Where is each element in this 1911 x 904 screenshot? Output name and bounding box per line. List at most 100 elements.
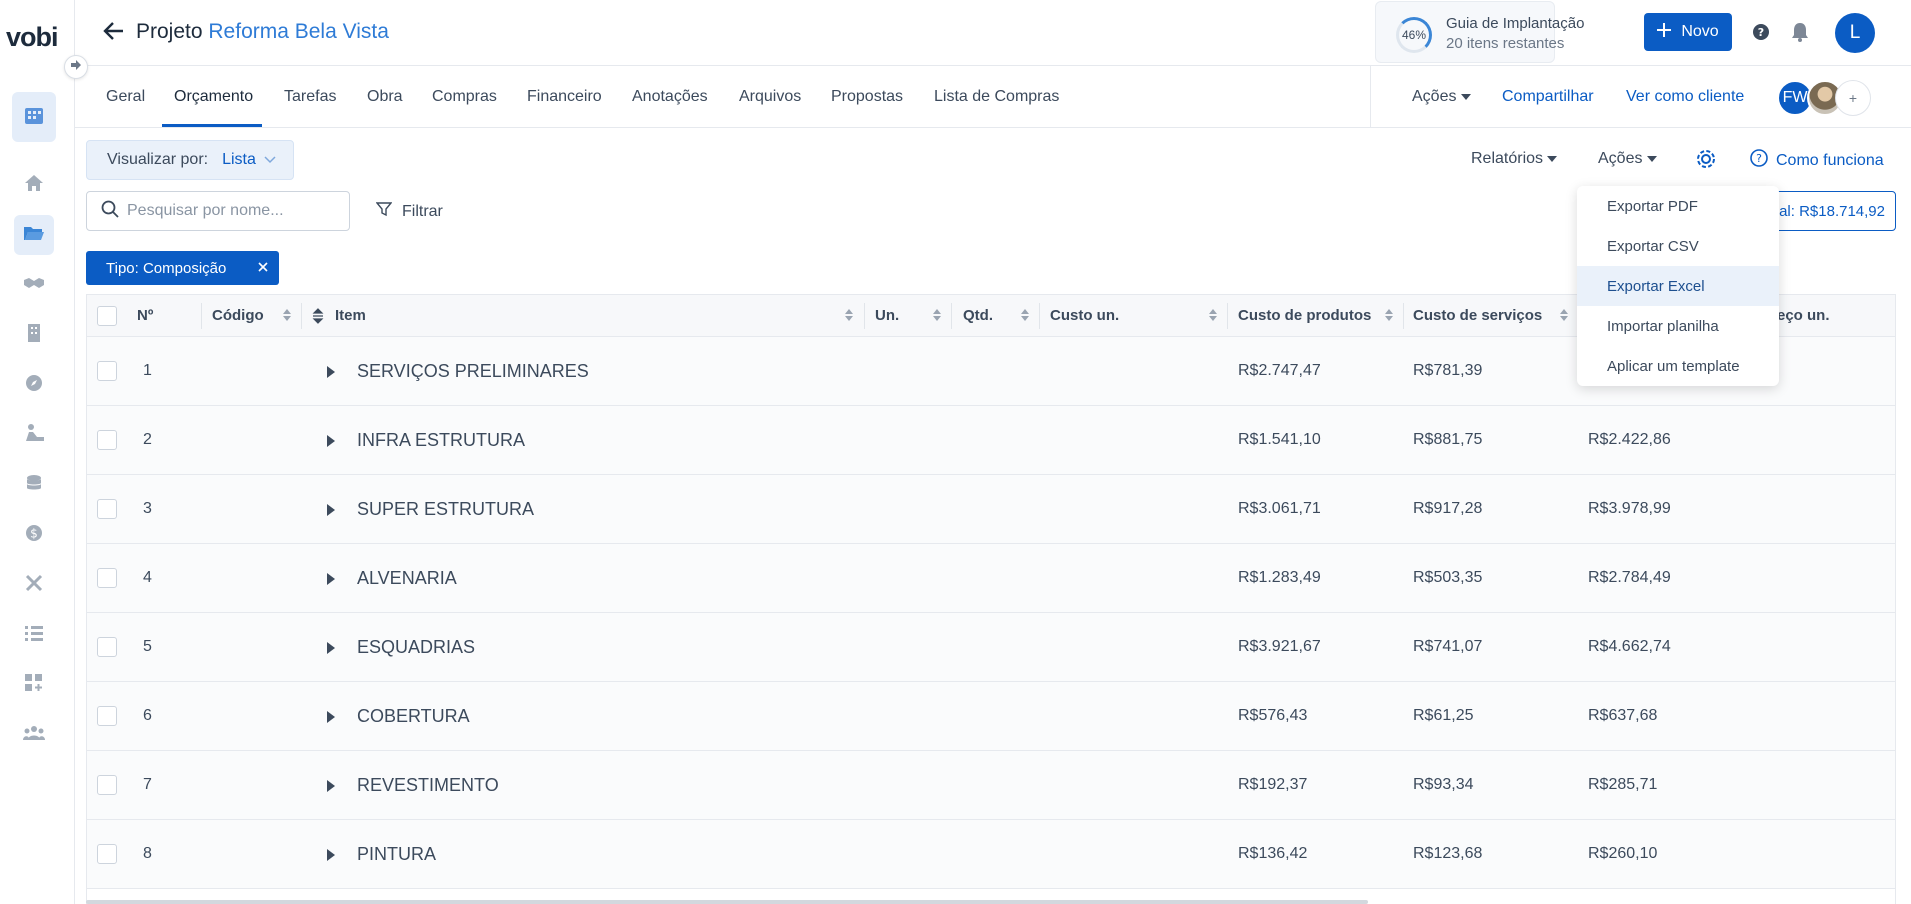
budget-actions-menu[interactable]: Ações xyxy=(1598,150,1657,168)
add-member-button[interactable]: + xyxy=(1835,80,1871,116)
tab-orcamento[interactable]: Orçamento xyxy=(174,88,253,106)
sort-icon[interactable] xyxy=(282,308,292,327)
sort-icon[interactable] xyxy=(844,308,854,327)
sidebar-item-crm[interactable] xyxy=(14,265,54,305)
view-by-select[interactable]: Visualizar por: Lista xyxy=(86,140,294,180)
expand-caret-icon[interactable] xyxy=(327,849,335,861)
horizontal-scrollbar[interactable] xyxy=(86,900,1368,904)
reports-menu[interactable]: Relatórios xyxy=(1471,150,1558,168)
implementation-guide[interactable]: 46% Guia de Implantação 20 itens restant… xyxy=(1375,1,1584,63)
filter-button[interactable]: Filtrar xyxy=(375,201,443,222)
back-arrow-icon[interactable] xyxy=(103,21,125,46)
sidebar-item-home[interactable] xyxy=(14,165,54,205)
expand-collapse-icon[interactable] xyxy=(312,308,324,329)
sort-icon[interactable] xyxy=(1559,308,1569,327)
table-row[interactable]: 5 ESQUADRIAS R$3.921,67 R$741,07 R$4.662,74 xyxy=(87,613,1895,682)
tab-anotacoes[interactable]: Anotações xyxy=(632,88,708,106)
sort-icon[interactable] xyxy=(1384,308,1394,327)
search-input[interactable] xyxy=(127,202,347,220)
expand-caret-icon[interactable] xyxy=(327,573,335,585)
total-button[interactable]: al: R$18.714,92 xyxy=(1762,191,1896,231)
sidebar-item-apps[interactable] xyxy=(14,665,54,705)
sidebar-item-tools[interactable] xyxy=(14,565,54,605)
expand-caret-icon[interactable] xyxy=(327,366,335,378)
table-row[interactable]: 3 SUPER ESTRUTURA R$3.061,71 R$917,28 R$3.97… xyxy=(87,475,1895,544)
col-header-item[interactable]: Item xyxy=(335,307,366,324)
help-icon[interactable]: ? xyxy=(1752,23,1770,46)
row-checkbox[interactable] xyxy=(97,706,117,726)
expand-caret-icon[interactable] xyxy=(327,435,335,447)
table-row[interactable]: 2 INFRA ESTRUTURA R$1.541,10 R$881,75 R$2.42… xyxy=(87,406,1895,475)
table-row[interactable]: 7 REVESTIMENTO R$192,37 R$93,34 R$285,71 xyxy=(87,751,1895,820)
menu-item-export-csv[interactable]: Exportar CSV xyxy=(1577,226,1779,266)
tab-arquivos[interactable]: Arquivos xyxy=(739,88,801,106)
col-header-custo-servicos[interactable]: Custo de serviços xyxy=(1413,307,1542,324)
vobi-logo[interactable]: vobi xyxy=(6,22,59,53)
table-row[interactable]: 8 PINTURA R$136,42 R$123,68 R$260,10 xyxy=(87,820,1895,889)
tab-financeiro[interactable]: Financeiro xyxy=(527,88,602,106)
new-button[interactable]: Novo xyxy=(1644,13,1732,51)
col-header-un[interactable]: Un. xyxy=(875,307,899,324)
table-row[interactable]: 4 ALVENARIA R$1.283,49 R$503,35 R$2.784,49 xyxy=(87,544,1895,613)
row-checkbox[interactable] xyxy=(97,499,117,519)
sidebar-toggle-button[interactable] xyxy=(64,55,88,79)
row-checkbox[interactable] xyxy=(97,775,117,795)
sort-icon[interactable] xyxy=(1020,308,1030,327)
sidebar-item-company[interactable] xyxy=(14,315,54,355)
user-avatar[interactable]: L xyxy=(1835,13,1875,53)
row-checkbox[interactable] xyxy=(97,844,117,864)
share-link[interactable]: Compartilhar xyxy=(1502,88,1594,106)
sidebar-item-dashboard[interactable] xyxy=(12,92,56,142)
bell-icon[interactable] xyxy=(1791,22,1809,47)
tab-tarefas[interactable]: Tarefas xyxy=(284,88,336,106)
gear-icon[interactable] xyxy=(1695,148,1717,175)
row-checkbox[interactable] xyxy=(97,568,117,588)
project-members[interactable]: FW + xyxy=(1777,80,1871,116)
row-checkbox[interactable] xyxy=(97,637,117,657)
expand-caret-icon[interactable] xyxy=(327,711,335,723)
sidebar-item-team[interactable] xyxy=(14,715,54,755)
col-header-custo-un[interactable]: Custo un. xyxy=(1050,307,1119,324)
project-actions-menu[interactable]: Ações xyxy=(1412,88,1471,106)
col-header-n[interactable]: Nº xyxy=(137,307,153,324)
tab-lista-de-compras[interactable]: Lista de Compras xyxy=(934,88,1059,106)
row-total: R$637,68 xyxy=(1588,707,1658,724)
sidebar-item-explore[interactable] xyxy=(14,365,54,405)
col-header-preco-un[interactable]: eço un. xyxy=(1777,307,1830,324)
expand-caret-icon[interactable] xyxy=(327,780,335,792)
select-all-checkbox[interactable] xyxy=(97,306,117,326)
row-custo-produtos: R$1.283,49 xyxy=(1238,569,1321,586)
sidebar-item-finance[interactable]: $ xyxy=(14,515,54,555)
tab-propostas[interactable]: Propostas xyxy=(831,88,903,106)
tab-geral[interactable]: Geral xyxy=(106,88,145,106)
col-header-qtd[interactable]: Qtd. xyxy=(963,307,993,324)
project-name[interactable]: Reforma Bela Vista xyxy=(208,20,389,43)
how-it-works-link[interactable]: ? Como funciona xyxy=(1750,149,1884,172)
menu-item-export-pdf[interactable]: Exportar PDF xyxy=(1577,186,1779,226)
sort-icon[interactable] xyxy=(932,308,942,327)
col-header-custo-produtos[interactable]: Custo de produtos xyxy=(1238,307,1371,324)
row-custo-produtos: R$576,43 xyxy=(1238,707,1308,724)
view-as-client-link[interactable]: Ver como cliente xyxy=(1626,88,1744,106)
close-icon[interactable] xyxy=(257,260,269,277)
row-checkbox[interactable] xyxy=(97,361,117,381)
tab-obra[interactable]: Obra xyxy=(367,88,403,106)
table-row[interactable]: 6 COBERTURA R$576,43 R$61,25 R$637,68 xyxy=(87,682,1895,751)
tab-compras[interactable]: Compras xyxy=(432,88,497,106)
menu-item-apply-template[interactable]: Aplicar um template xyxy=(1577,346,1779,386)
sidebar-item-works[interactable] xyxy=(14,415,54,455)
expand-caret-icon[interactable] xyxy=(327,642,335,654)
menu-item-import-spreadsheet[interactable]: Importar planilha xyxy=(1577,306,1779,346)
chevron-down-icon xyxy=(264,151,276,169)
sidebar-item-projects[interactable] xyxy=(14,215,54,255)
sidebar-item-database[interactable] xyxy=(14,465,54,505)
row-checkbox[interactable] xyxy=(97,430,117,450)
menu-item-export-excel[interactable]: Exportar Excel xyxy=(1577,266,1779,306)
row-custo-servicos: R$61,25 xyxy=(1413,707,1474,724)
row-item-name: INFRA ESTRUTURA xyxy=(357,430,526,450)
tools-icon xyxy=(24,573,44,598)
col-header-codigo[interactable]: Código xyxy=(212,307,264,324)
expand-caret-icon[interactable] xyxy=(327,504,335,516)
sort-icon[interactable] xyxy=(1208,308,1218,327)
sidebar-item-lists[interactable] xyxy=(14,615,54,655)
